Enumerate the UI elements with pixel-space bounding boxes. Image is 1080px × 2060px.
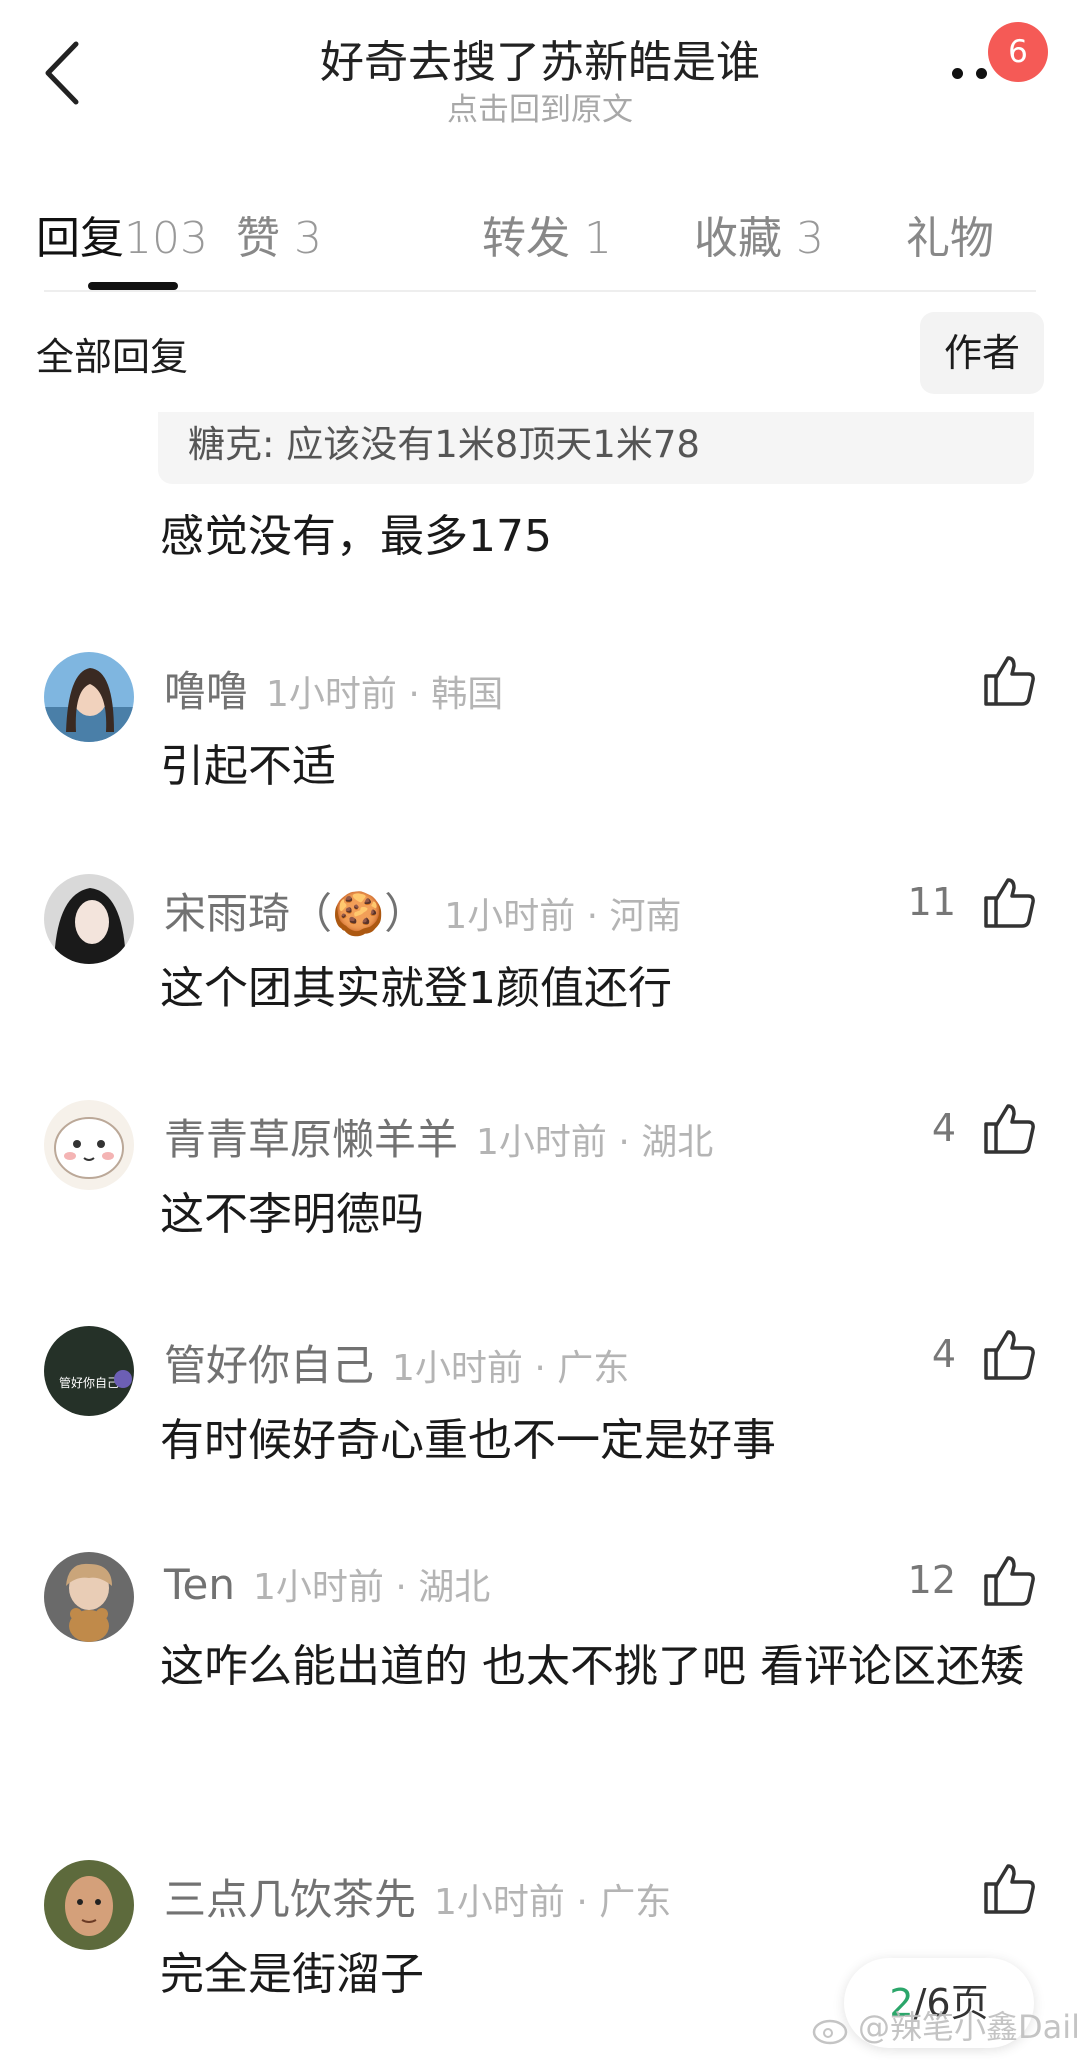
avatar-dot bbox=[114, 1370, 132, 1388]
tab-count: 3 bbox=[796, 213, 824, 264]
timestamp-location: 1小时前 · 广东 bbox=[392, 1348, 630, 1389]
top-bar: 好奇去搜了苏新皓是谁 点击回到原文 6 bbox=[0, 0, 1080, 140]
like-count: 12 bbox=[907, 1558, 956, 1602]
quoted-reply[interactable]: 糖克: 应该没有1米8顶天1米78 bbox=[158, 412, 1034, 484]
tab-label: 礼物 bbox=[906, 213, 994, 264]
username[interactable]: Ten bbox=[164, 1560, 235, 1609]
tab-label: 转发 bbox=[482, 213, 570, 264]
tab-label: 收藏 bbox=[694, 213, 782, 264]
comment-meta: 宋雨琦（🍪） 1小时前 · 河南 bbox=[164, 880, 682, 941]
username[interactable]: 噜噜 bbox=[164, 667, 248, 716]
tab-likes[interactable]: 赞 3 bbox=[236, 202, 322, 266]
avatar[interactable] bbox=[44, 1552, 134, 1642]
timestamp-location: 1小时前 · 河南 bbox=[444, 896, 682, 937]
comment-meta: 三点几饮茶先 1小时前 · 广东 bbox=[164, 1866, 671, 1927]
tab-label: 赞 bbox=[236, 213, 280, 264]
comment-item: 宋雨琦（🍪） 1小时前 · 河南 11 这个团其实就登1颜值还行 bbox=[0, 874, 1080, 1074]
avatar[interactable] bbox=[44, 1860, 134, 1950]
comment-meta: 青青草原懒羊羊 1小时前 · 湖北 bbox=[164, 1106, 713, 1167]
thumbs-up-icon[interactable] bbox=[980, 652, 1038, 710]
tab-label: 回复 bbox=[36, 213, 124, 264]
divider bbox=[44, 290, 1036, 292]
reply-text: 感觉没有，最多175 bbox=[160, 511, 552, 562]
avatar[interactable] bbox=[44, 652, 134, 742]
username[interactable]: 三点几饮茶先 bbox=[164, 1875, 416, 1924]
back-to-original-link[interactable]: 点击回到原文 bbox=[0, 84, 1080, 129]
comment-meta: 管好你自己 1小时前 · 广东 bbox=[164, 1332, 629, 1393]
comment-item: Ten 1小时前 · 湖北 12 这咋么能出道的 也太不挑了吧 看评论区还矮 bbox=[0, 1552, 1080, 1832]
timestamp-location: 1小时前 · 湖北 bbox=[476, 1122, 714, 1163]
active-tab-indicator bbox=[88, 282, 178, 290]
page-title[interactable]: 好奇去搜了苏新皓是谁 bbox=[0, 26, 1080, 90]
username[interactable]: 管好你自己 bbox=[164, 1341, 374, 1390]
comment-text: 这咋么能出道的 也太不挑了吧 看评论区还矮 bbox=[160, 1641, 1024, 1692]
weibo-logo-icon bbox=[812, 2019, 848, 2045]
comment-meta: 噜噜 1小时前 · 韩国 bbox=[164, 658, 503, 719]
all-replies-label: 全部回复 bbox=[36, 335, 189, 379]
like-count: 4 bbox=[931, 1106, 956, 1150]
username[interactable]: 宋雨琦（🍪） bbox=[164, 889, 426, 938]
notification-badge[interactable]: 6 bbox=[988, 22, 1048, 82]
timestamp-location: 1小时前 · 湖北 bbox=[252, 1567, 491, 1608]
like-count: 11 bbox=[907, 880, 956, 924]
dot-icon bbox=[952, 68, 963, 79]
tab-favorites[interactable]: 收藏 3 bbox=[694, 202, 824, 266]
tab-replies[interactable]: 回复103 bbox=[36, 202, 208, 266]
comment-text: 有时候好奇心重也不一定是好事 bbox=[160, 1415, 776, 1466]
tab-bar: 回复103 赞 3 转发 1 收藏 3 礼物 bbox=[0, 190, 1080, 290]
quoted-reply-text: 糖克: 应该没有1米8顶天1米78 bbox=[188, 423, 700, 466]
watermark: @辣笔小鑫Daily bbox=[858, 2008, 1080, 2046]
comment-item: 噜噜 1小时前 · 韩国 引起不适 bbox=[0, 652, 1080, 852]
tab-reposts[interactable]: 转发 1 bbox=[482, 202, 612, 266]
username[interactable]: 青青草原懒羊羊 bbox=[164, 1115, 458, 1164]
thumbs-up-icon[interactable] bbox=[980, 1552, 1038, 1610]
comment-item: 青青草原懒羊羊 1小时前 · 湖北 4 这不李明德吗 bbox=[0, 1100, 1080, 1300]
thumbs-up-icon[interactable] bbox=[980, 1860, 1038, 1918]
author-filter-button[interactable]: 作者 bbox=[920, 312, 1044, 394]
like-count: 4 bbox=[931, 1332, 956, 1376]
thumbs-up-icon[interactable] bbox=[980, 874, 1038, 932]
tab-count: 3 bbox=[294, 213, 322, 264]
comment-item: 管好你自己 管好你自己 1小时前 · 广东 4 有时候好奇心重也不一定是好事 bbox=[0, 1326, 1080, 1526]
tab-gifts[interactable]: 礼物 bbox=[906, 202, 994, 266]
thumbs-up-icon[interactable] bbox=[980, 1326, 1038, 1384]
comment-meta: Ten 1小时前 · 湖北 bbox=[164, 1558, 490, 1610]
timestamp-location: 1小时前 · 广东 bbox=[434, 1882, 672, 1923]
thumbs-up-icon[interactable] bbox=[980, 1100, 1038, 1158]
tab-count: 103 bbox=[124, 213, 208, 264]
avatar[interactable] bbox=[44, 874, 134, 964]
timestamp-location: 1小时前 · 韩国 bbox=[266, 674, 504, 715]
avatar[interactable] bbox=[44, 1100, 134, 1190]
avatar[interactable]: 管好你自己 bbox=[44, 1326, 134, 1416]
comment-text: 引起不适 bbox=[160, 741, 336, 792]
comment-text: 这个团其实就登1颜值还行 bbox=[160, 963, 672, 1014]
comment-text: 这不李明德吗 bbox=[160, 1189, 424, 1240]
tab-count: 1 bbox=[584, 213, 612, 264]
dot-icon bbox=[976, 68, 987, 79]
